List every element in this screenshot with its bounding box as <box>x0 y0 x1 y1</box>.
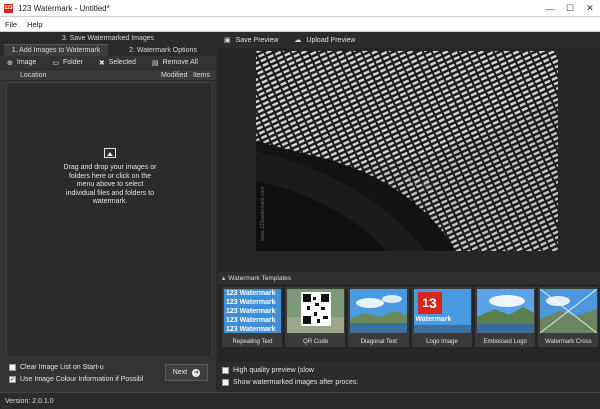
show-after-option[interactable]: Show watermarked images after proces: <box>222 379 358 386</box>
preview-toolbar: ▣ Save Preview ☁ Upload Preview <box>218 32 600 48</box>
menu-help[interactable]: Help <box>22 20 47 29</box>
show-after-checkbox[interactable] <box>222 379 229 386</box>
add-toolbar: ⊕ Image ▭ Folder ✖ Selected ▤ Remove All <box>0 56 216 70</box>
remove-all-button[interactable]: ▤ Remove All <box>152 59 198 67</box>
save-icon: ▣ <box>224 37 231 44</box>
clear-list-checkbox[interactable] <box>9 364 16 371</box>
high-quality-label: High quality preview (slow <box>233 367 314 374</box>
template-thumb <box>287 289 345 333</box>
upload-preview-button[interactable]: ☁ Upload Preview <box>294 36 356 45</box>
add-folder-button[interactable]: ▭ Folder <box>52 59 82 67</box>
title-bar: 123 123 Watermark - Untitled* — ☐ ✕ <box>0 0 600 17</box>
column-location[interactable]: Location <box>20 72 46 79</box>
template-thumb: 13 Watermark <box>413 289 471 333</box>
add-folder-label: Folder <box>62 59 83 66</box>
close-button[interactable]: ✕ <box>580 0 600 17</box>
drop-text-3: menu above to select <box>76 181 144 189</box>
preview-image: 123 www.123watermark.com <box>256 51 558 251</box>
template-embossed-logo[interactable]: Embossed Logo <box>474 287 535 347</box>
window-title: 123 Watermark - Untitled* <box>18 3 110 13</box>
drop-text-5: watermark. <box>92 198 128 206</box>
template-label: Embossed Logo <box>483 339 527 345</box>
drop-text-1: Drag and drop your images or <box>63 164 157 171</box>
save-preview-label: Save Preview <box>235 36 279 44</box>
templates-title: Watermark Templates <box>228 274 292 282</box>
template-thumb <box>539 289 597 333</box>
minimize-button[interactable]: — <box>540 0 560 17</box>
template-thumb <box>476 289 534 333</box>
folder-icon: ▭ <box>52 59 59 67</box>
upload-preview-label: Upload Preview <box>306 36 356 44</box>
architecture-photo: 123 www.123watermark.com <box>256 51 558 251</box>
menu-bar: File Help <box>0 17 600 32</box>
column-modified[interactable]: Modified <box>161 72 187 79</box>
drop-text-4: individual files and folders to <box>66 189 154 197</box>
remove-selected-label: Selected <box>108 59 136 66</box>
tab-add-images[interactable]: 1. Add Images to Watermark <box>4 44 108 56</box>
window-controls: — ☐ ✕ <box>540 0 600 17</box>
clear-list-option[interactable]: Clear Image List on Start-u <box>9 364 104 371</box>
step-tabs: 3. Save Watermarked Images 1. Add Images… <box>0 32 216 56</box>
template-label: Watermark Cross <box>545 339 592 345</box>
template-repeating-text[interactable]: 123 Watermark 123 Watermark 123 Watermar… <box>222 287 283 347</box>
template-watermark-cross[interactable]: Watermark Cross <box>537 287 599 347</box>
trash-icon: ▤ <box>151 59 159 67</box>
remove-all-label: Remove All <box>162 59 198 66</box>
add-image-button[interactable]: ⊕ Image <box>7 59 36 67</box>
column-items[interactable]: Items <box>193 72 210 79</box>
template-label: Repeating Text <box>232 339 273 345</box>
tab-watermark-options[interactable]: 2. Watermark Options <box>112 44 214 56</box>
high-quality-checkbox[interactable] <box>222 367 229 374</box>
image-icon <box>104 148 116 158</box>
left-options: Clear Image List on Start-u ✓ Use Image … <box>0 356 216 392</box>
right-panel: ▣ Save Preview ☁ Upload Preview 123 www.… <box>218 32 600 392</box>
add-image-label: Image <box>16 59 37 66</box>
high-quality-option[interactable]: High quality preview (slow <box>222 367 314 374</box>
template-label: Logo Image <box>426 339 458 345</box>
arrow-right-icon: ➜ <box>192 368 201 377</box>
template-strip: 123 Watermark 123 Watermark 123 Watermar… <box>222 287 599 347</box>
use-colour-checkbox[interactable]: ✓ <box>9 376 16 383</box>
app-logo-icon: 123 <box>4 3 13 13</box>
clear-list-label: Clear Image List on Start-u <box>20 364 104 371</box>
drop-zone: Drag and drop your images or folders her… <box>7 148 213 207</box>
svg-text:123: 123 <box>406 173 430 189</box>
version-text: Version: 2.0.1.0 <box>5 397 54 405</box>
template-logo-image[interactable]: 13 Watermark Logo Image <box>411 287 472 347</box>
templates-header[interactable]: ▴ Watermark Templates <box>218 272 600 284</box>
collapse-icon: ▴ <box>222 275 226 282</box>
x-icon: ✖ <box>98 59 105 67</box>
template-qr-code[interactable]: QR Code <box>285 287 346 347</box>
remove-selected-button[interactable]: ✖ Selected <box>99 59 136 67</box>
maximize-button[interactable]: ☐ <box>560 0 580 17</box>
drop-text-2: folders here or click on the <box>68 172 152 180</box>
save-preview-button[interactable]: ▣ Save Preview <box>224 36 279 45</box>
cloud-upload-icon: ☁ <box>294 37 302 44</box>
tab-save-watermarked[interactable]: 3. Save Watermarked Images <box>0 32 216 44</box>
template-thumb <box>350 289 408 333</box>
use-colour-label: Use Image Colour Information if Possibl <box>20 376 144 383</box>
template-thumb: 123 Watermark 123 Watermark 123 Watermar… <box>224 289 281 333</box>
next-label: Next <box>172 369 188 376</box>
image-list[interactable]: Drag and drop your images or folders her… <box>6 82 212 386</box>
template-diagonal-text[interactable]: Diagonal Text <box>348 287 409 347</box>
status-bar: Version: 2.0.1.0 <box>0 392 600 409</box>
left-panel: 3. Save Watermarked Images 1. Add Images… <box>0 32 216 392</box>
list-header: Location Modified Items <box>0 70 216 81</box>
template-label: QR Code <box>303 339 329 345</box>
show-after-label: Show watermarked images after proces: <box>233 379 359 386</box>
next-button[interactable]: Next ➜ <box>165 364 208 381</box>
preview-options: High quality preview (slow Show watermar… <box>218 362 600 392</box>
plus-circle-icon: ⊕ <box>7 59 13 67</box>
use-colour-option[interactable]: ✓ Use Image Colour Information if Possib… <box>9 376 143 383</box>
svg-text:www.123watermark.com: www.123watermark.com <box>260 187 266 241</box>
menu-file[interactable]: File <box>0 20 22 29</box>
template-label: Diagonal Text <box>360 339 397 345</box>
